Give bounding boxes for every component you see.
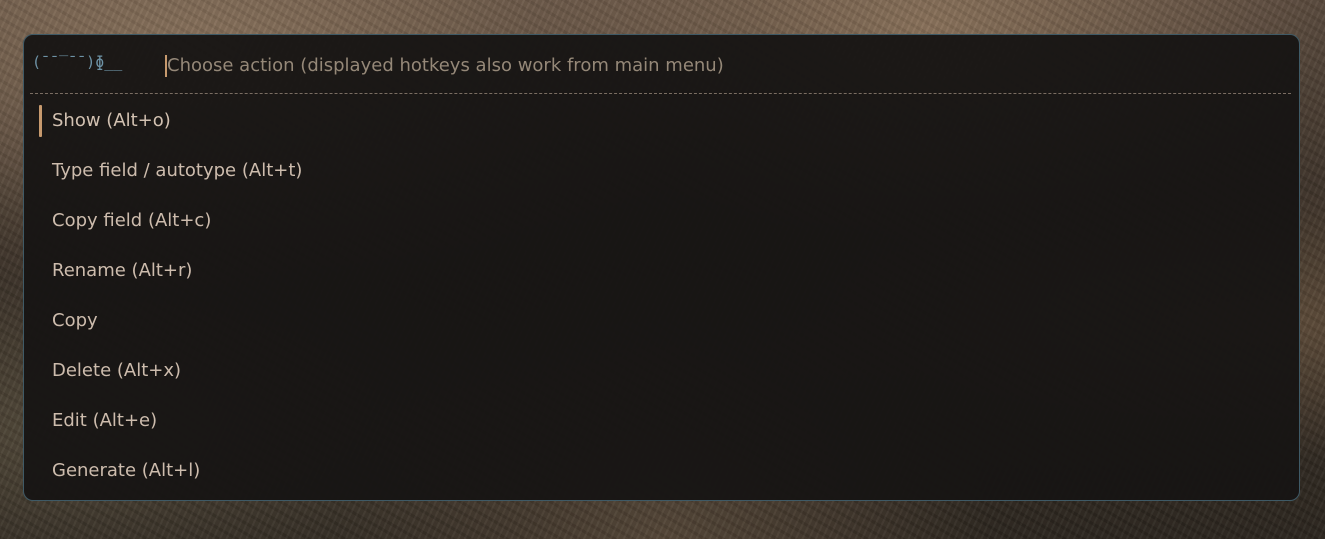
action-item-delete[interactable]: Delete (Alt+x) <box>24 345 1299 395</box>
action-label: Copy <box>52 309 98 331</box>
action-item-show[interactable]: Show (Alt+o) <box>24 95 1299 145</box>
action-label: Edit (Alt+e) <box>52 409 158 431</box>
prompt-separator <box>30 93 1291 94</box>
action-item-generate[interactable]: Generate (Alt+l) <box>24 445 1299 495</box>
action-search-input[interactable] <box>167 51 1267 79</box>
action-item-copy[interactable]: Copy <box>24 295 1299 345</box>
action-label: Generate (Alt+l) <box>52 459 201 481</box>
action-label: Show (Alt+o) <box>52 109 171 131</box>
action-label: Copy field (Alt+c) <box>52 209 212 231</box>
action-item-rename[interactable]: Rename (Alt+r) <box>24 245 1299 295</box>
action-label: Rename (Alt+r) <box>52 259 193 281</box>
action-list: Show (Alt+o) Type field / autotype (Alt+… <box>24 95 1299 495</box>
prompt-glyph: (¯¯‾¯¯)ɸ__ <box>32 53 123 71</box>
action-item-copy-field[interactable]: Copy field (Alt+c) <box>24 195 1299 245</box>
launcher-window: (¯¯‾¯¯)ɸ__ Show (Alt+o) Type field / aut… <box>23 34 1300 501</box>
prompt-bar: (¯¯‾¯¯)ɸ__ <box>24 35 1299 95</box>
selection-indicator <box>39 105 42 137</box>
action-item-type-field[interactable]: Type field / autotype (Alt+t) <box>24 145 1299 195</box>
action-label: Delete (Alt+x) <box>52 359 182 381</box>
action-item-edit[interactable]: Edit (Alt+e) <box>24 395 1299 445</box>
action-label: Type field / autotype (Alt+t) <box>52 159 303 181</box>
